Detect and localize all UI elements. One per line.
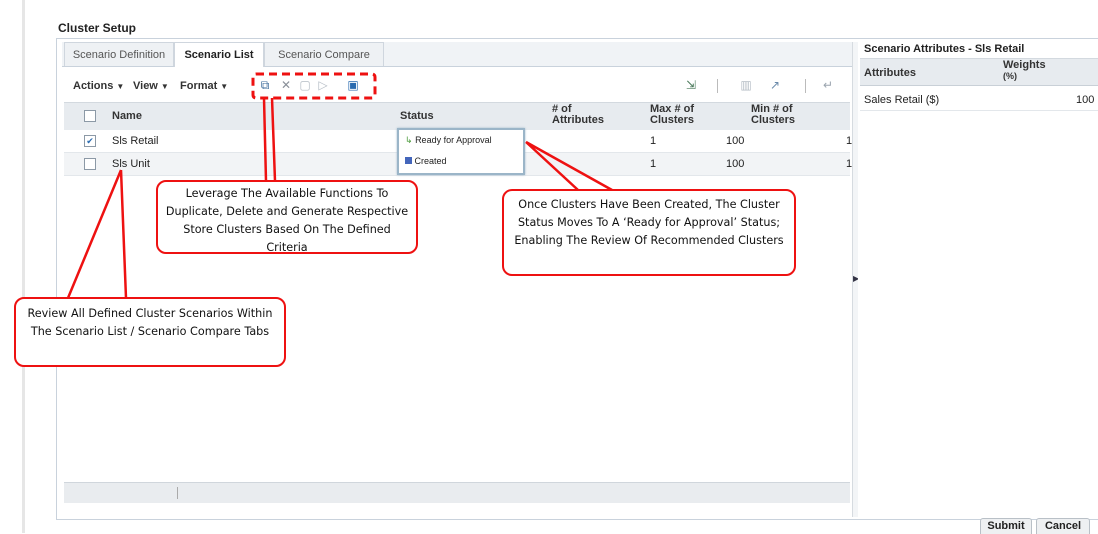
row-name: Sls Unit xyxy=(112,158,150,170)
column-header-attributes[interactable]: # of Attributes xyxy=(552,104,604,126)
status-ready-label: Ready for Approval xyxy=(415,135,492,145)
callout-functions: Leverage The Available Functions To Dupl… xyxy=(156,180,418,254)
export-icon[interactable]: ⇲ xyxy=(684,78,698,92)
tab-scenario-compare[interactable]: Scenario Compare xyxy=(264,42,384,66)
row-checkbox[interactable] xyxy=(84,158,96,170)
status-created[interactable]: Created xyxy=(405,156,447,166)
column-header-attributes-name[interactable]: Attributes xyxy=(864,68,916,79)
column-header-min-clusters[interactable]: Min # of Clusters xyxy=(751,104,795,126)
status-highlight-box: ↳ Ready for Approval Created xyxy=(397,128,525,175)
status-created-label: Created xyxy=(414,156,447,166)
column-header-name[interactable]: Name xyxy=(112,111,142,122)
column-header-min-line2: Clusters xyxy=(751,114,796,126)
row-max-clusters: 100 xyxy=(726,158,745,170)
grid-header xyxy=(64,102,850,131)
page-left-rule xyxy=(22,0,25,533)
chevron-down-icon: ▼ xyxy=(116,82,125,91)
column-header-status[interactable]: Status xyxy=(400,111,434,122)
attribute-name: Sales Retail ($) xyxy=(864,94,940,106)
run-icon[interactable]: ▷ xyxy=(316,78,330,92)
row-checkbox[interactable]: ✔ xyxy=(84,135,96,147)
tab-scenario-definition[interactable]: Scenario Definition xyxy=(64,42,174,66)
footer-divider xyxy=(177,487,178,499)
status-ready[interactable]: ↳ Ready for Approval xyxy=(405,135,492,146)
row-max-clusters: 100 xyxy=(726,135,745,147)
chevron-down-icon: ▼ xyxy=(160,82,169,91)
callout-status: Once Clusters Have Been Created, The Clu… xyxy=(502,189,796,276)
row-divider xyxy=(860,110,1098,111)
select-all-checkbox[interactable] xyxy=(84,110,96,122)
column-header-max-clusters[interactable]: Max # of Clusters xyxy=(650,104,694,126)
tab-scenario-list[interactable]: Scenario List xyxy=(174,42,264,67)
chevron-down-icon: ▼ xyxy=(220,82,229,91)
column-header-weights[interactable]: Weights (%) xyxy=(1003,60,1046,82)
column-header-attributes-line2: Attributes xyxy=(552,114,604,126)
view-menu[interactable]: View ▼ xyxy=(133,80,169,92)
format-menu[interactable]: Format ▼ xyxy=(180,80,228,92)
ready-icon: ↳ xyxy=(405,135,413,145)
panel-title: Scenario Attributes - Sls Retail xyxy=(864,43,1025,55)
actions-menu[interactable]: Actions ▼ xyxy=(73,80,124,92)
callout-review: Review All Defined Cluster Scenarios Wit… xyxy=(14,297,286,367)
wrap-icon[interactable]: ↵ xyxy=(821,78,835,92)
detach-icon[interactable]: ↗ xyxy=(768,78,782,92)
row-name: Sls Retail xyxy=(112,135,159,147)
grid-footer xyxy=(64,482,850,503)
column-header-weights-line1: Weights xyxy=(1003,59,1046,71)
toolbar-separator xyxy=(805,79,806,93)
scenario-attributes-panel xyxy=(858,42,1098,517)
delete-icon[interactable]: ✕ xyxy=(279,78,293,92)
save-icon[interactable]: ▢ xyxy=(298,78,312,92)
column-header-max-line2: Clusters xyxy=(650,114,695,126)
column-header-weights-line2: (%) xyxy=(1003,71,1017,81)
view-menu-label: View xyxy=(133,80,158,92)
attribute-weight: 100 xyxy=(1076,94,1095,106)
row-attributes: 1 xyxy=(650,158,657,170)
toolbar-separator xyxy=(717,79,718,93)
window-title: Cluster Setup xyxy=(58,21,137,35)
submit-button[interactable]: Submit xyxy=(980,518,1032,534)
generate-clusters-icon[interactable]: ▣ xyxy=(346,78,360,92)
created-icon xyxy=(405,157,412,164)
cancel-button[interactable]: Cancel xyxy=(1036,518,1090,534)
format-menu-label: Format xyxy=(180,80,218,92)
duplicate-icon[interactable]: ⧉ xyxy=(258,78,272,92)
actions-menu-label: Actions xyxy=(73,80,114,92)
freeze-icon[interactable]: ▥ xyxy=(739,78,753,92)
row-attributes: 1 xyxy=(650,135,657,147)
